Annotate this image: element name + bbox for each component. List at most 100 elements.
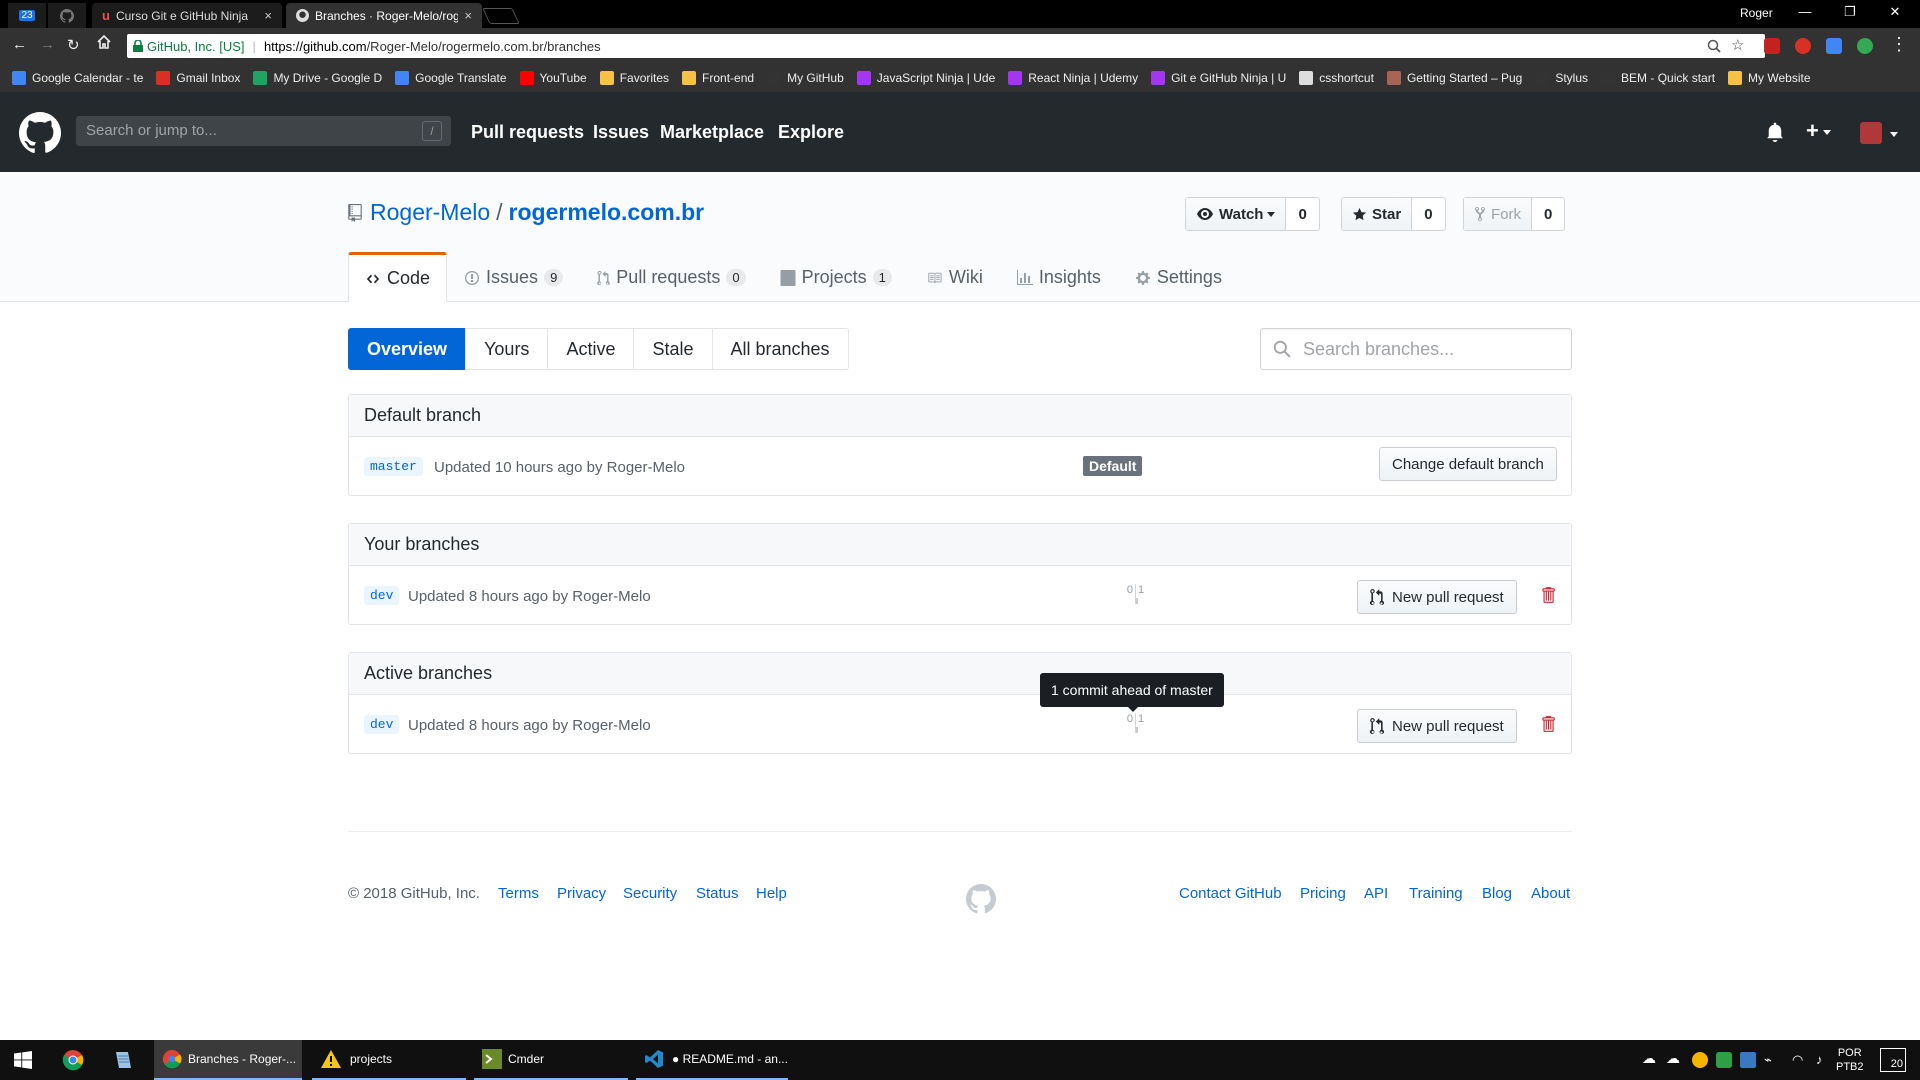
- footer-link-help[interactable]: Help: [756, 885, 787, 902]
- tab-pull-requests[interactable]: Pull requests 0: [580, 252, 762, 302]
- change-default-branch-button[interactable]: Change default branch: [1379, 447, 1557, 481]
- action-center-icon[interactable]: 20: [1880, 1048, 1906, 1072]
- extension-red-icon[interactable]: [1795, 38, 1811, 54]
- branch-name-dev[interactable]: dev: [364, 586, 400, 605]
- filter-yours[interactable]: Yours: [465, 328, 549, 370]
- bookmark-star-icon[interactable]: ☆: [1731, 36, 1744, 54]
- address-bar[interactable]: GitHub, Inc. [US] | https://github.com/R…: [127, 34, 1765, 58]
- bookmark-item[interactable]: My Website: [1728, 71, 1811, 85]
- star-count[interactable]: 0: [1412, 198, 1444, 230]
- pinned-tab-calendar[interactable]: 23: [8, 3, 46, 28]
- taskbar-app-chrome[interactable]: Branches - Roger-...: [154, 1040, 302, 1080]
- browser-tab-udemy[interactable]: u Curso Git e GitHub Ninja ×: [92, 3, 282, 28]
- notepad-pinned-icon[interactable]: [112, 1040, 134, 1080]
- star-button[interactable]: Star: [1342, 198, 1413, 230]
- branch-author[interactable]: Roger-Melo: [572, 588, 650, 605]
- filter-all-branches[interactable]: All branches: [711, 328, 849, 370]
- watch-button[interactable]: Watch: [1186, 198, 1287, 230]
- watch-count[interactable]: 0: [1286, 198, 1318, 230]
- footer-link-contact[interactable]: Contact GitHub: [1179, 885, 1282, 902]
- bookmark-item[interactable]: Getting Started – Pug: [1386, 71, 1522, 85]
- bookmark-item[interactable]: Google Translate: [395, 71, 507, 85]
- bookmark-item[interactable]: csshortcut: [1299, 71, 1374, 85]
- github-mark-icon[interactable]: [966, 884, 996, 914]
- security-shield-icon[interactable]: [1716, 1052, 1732, 1068]
- branch-author[interactable]: Roger-Melo: [572, 717, 650, 734]
- tab-insights[interactable]: Insights: [1000, 252, 1118, 302]
- tab-projects[interactable]: Projects 1: [763, 252, 909, 302]
- new-tab-button[interactable]: [482, 8, 520, 24]
- wifi-icon[interactable]: ◠: [1792, 1052, 1808, 1068]
- notifications-bell-icon[interactable]: [1766, 122, 1784, 142]
- delete-branch-trash-icon[interactable]: [1541, 586, 1555, 604]
- footer-link-privacy[interactable]: Privacy: [557, 885, 606, 902]
- nav-marketplace[interactable]: Marketplace: [660, 122, 764, 143]
- taskbar-app-vscode[interactable]: ● README.md - an...: [636, 1040, 788, 1080]
- create-new-menu[interactable]: +: [1806, 118, 1831, 144]
- footer-link-security[interactable]: Security: [623, 885, 677, 902]
- bookmark-item[interactable]: Stylus: [1535, 71, 1588, 85]
- input-language[interactable]: POR PTB2: [1836, 1046, 1864, 1074]
- branch-name-dev[interactable]: dev: [364, 715, 400, 734]
- taskbar-app-cmder[interactable]: Cmder: [474, 1040, 628, 1080]
- bookmark-item[interactable]: YouTube: [519, 71, 587, 85]
- footer-link-api[interactable]: API: [1364, 885, 1388, 902]
- user-avatar[interactable]: [1860, 122, 1882, 144]
- tray-app-blue-icon[interactable]: [1740, 1052, 1756, 1068]
- network-icon[interactable]: ⌁: [1764, 1052, 1780, 1068]
- footer-link-training[interactable]: Training: [1409, 885, 1463, 902]
- footer-link-pricing[interactable]: Pricing: [1300, 885, 1346, 902]
- bookmark-item[interactable]: JavaScript Ninja | Ude: [856, 71, 995, 85]
- nav-issues[interactable]: Issues: [593, 122, 649, 143]
- cloud-icon[interactable]: ☁: [1642, 1050, 1658, 1066]
- bookmark-item[interactable]: Favorites: [599, 71, 669, 85]
- nav-explore[interactable]: Explore: [778, 122, 844, 143]
- taskbar-app-projects[interactable]: projects: [312, 1040, 466, 1080]
- restore-icon[interactable]: ❐: [1835, 4, 1865, 20]
- tab-close-icon[interactable]: ×: [464, 8, 472, 23]
- delete-branch-trash-icon[interactable]: [1541, 715, 1555, 733]
- pinned-tab-github[interactable]: [48, 3, 86, 28]
- footer-link-about[interactable]: About: [1531, 885, 1570, 902]
- filter-stale[interactable]: Stale: [633, 328, 713, 370]
- repo-name-link[interactable]: rogermelo.com.br: [509, 199, 705, 226]
- fork-button[interactable]: Fork: [1464, 198, 1532, 230]
- filter-active[interactable]: Active: [547, 328, 635, 370]
- forward-icon[interactable]: →: [40, 36, 55, 53]
- bookmark-item[interactable]: My Drive - Google D: [253, 71, 382, 85]
- extension-green-icon[interactable]: [1857, 38, 1873, 54]
- bookmark-item[interactable]: React Ninja | Udemy: [1008, 71, 1138, 85]
- bookmark-item[interactable]: My GitHub: [767, 71, 844, 85]
- bookmark-item[interactable]: Git e GitHub Ninja | U: [1151, 71, 1286, 85]
- chrome-pinned-icon[interactable]: [62, 1040, 84, 1080]
- branch-author[interactable]: Roger-Melo: [607, 459, 685, 476]
- tray-app-icon[interactable]: [1692, 1052, 1708, 1068]
- window-close-icon[interactable]: ✕: [1880, 4, 1910, 20]
- minimize-icon[interactable]: —: [1790, 4, 1820, 19]
- tab-code[interactable]: Code: [348, 252, 448, 302]
- chrome-menu-icon[interactable]: ⋮: [1890, 34, 1908, 55]
- branch-search-input[interactable]: Search branches...: [1260, 328, 1572, 370]
- branch-name-master[interactable]: master: [364, 457, 423, 476]
- footer-link-blog[interactable]: Blog: [1482, 885, 1512, 902]
- repo-owner-link[interactable]: Roger-Melo: [370, 199, 490, 226]
- bookmark-item[interactable]: Google Calendar - te: [12, 71, 143, 85]
- back-icon[interactable]: ←: [12, 36, 27, 53]
- nav-pull-requests[interactable]: Pull requests: [471, 122, 584, 143]
- profile-name[interactable]: Roger: [1740, 6, 1773, 20]
- tab-wiki[interactable]: Wiki: [909, 252, 1000, 302]
- home-icon[interactable]: [96, 34, 112, 50]
- browser-tab-branches[interactable]: Branches · Roger-Melo/rogermelo.com.br ×: [286, 3, 482, 28]
- footer-link-terms[interactable]: Terms: [498, 885, 539, 902]
- bookmark-item[interactable]: Gmail Inbox: [156, 71, 240, 85]
- gmail-extension-icon[interactable]: [1764, 38, 1780, 54]
- new-pull-request-button[interactable]: New pull request: [1357, 580, 1517, 614]
- translate-extension-icon[interactable]: [1826, 38, 1842, 54]
- new-pull-request-button[interactable]: New pull request: [1357, 709, 1517, 743]
- tab-settings[interactable]: Settings: [1118, 252, 1239, 302]
- windows-start-icon[interactable]: [14, 1040, 32, 1080]
- avatar-menu-chevron-icon[interactable]: [1886, 126, 1898, 144]
- bookmark-item[interactable]: Front-end: [682, 71, 754, 85]
- bookmark-item[interactable]: BEM - Quick start: [1601, 71, 1715, 85]
- ahead-behind-graph[interactable]: 0 1: [1121, 584, 1151, 608]
